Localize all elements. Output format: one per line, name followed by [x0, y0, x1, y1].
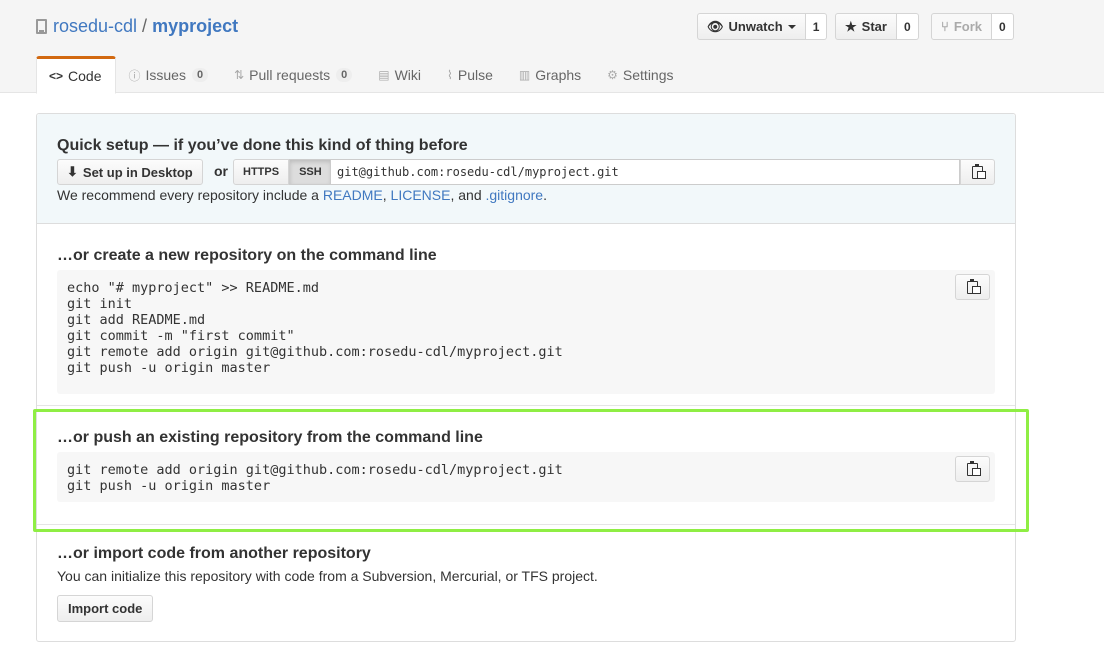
desktop-download-icon: ⬇: [67, 164, 78, 179]
clipboard-icon: [972, 163, 986, 179]
fork-count[interactable]: 0: [991, 13, 1014, 40]
import-description: You can initialize this repository with …: [57, 568, 598, 584]
fork-group: ⑂ Fork 0: [931, 13, 1014, 40]
tab-pulse-label: Pulse: [457, 67, 493, 83]
repo-header: rosedu-cdl / myproject 👁 Unwatch 1 ★ Sta…: [0, 0, 1104, 94]
tab-pull-requests-label: Pull requests: [249, 67, 331, 83]
star-count[interactable]: 0: [896, 13, 919, 40]
tab-settings-label: Settings: [622, 67, 674, 83]
graph-icon: ▥: [518, 68, 531, 82]
repo-title: rosedu-cdl / myproject: [36, 16, 238, 37]
tab-graphs-label: Graphs: [535, 67, 582, 83]
ssh-button[interactable]: SSH: [289, 159, 332, 185]
pull-requests-counter: 0: [336, 68, 353, 82]
repo-nav-tabs: <> Code ⓘ Issues 0 ⇅ Pull requests 0 ▤ W…: [36, 56, 688, 94]
setup-desktop-label: Set up in Desktop: [82, 164, 193, 180]
protocol-selector: HTTPS SSH: [233, 159, 332, 185]
fork-label: Fork: [953, 19, 982, 34]
unwatch-label: Unwatch: [728, 19, 783, 34]
setup-desktop-button[interactable]: ⬇ Set up in Desktop: [57, 159, 203, 185]
clipboard-icon: [967, 278, 981, 294]
issues-counter: 0: [191, 68, 209, 82]
recommend-comma: ,: [382, 187, 391, 203]
repo-separator: /: [142, 16, 148, 36]
clone-url-input[interactable]: git@github.com:rosedu-cdl/myproject.git: [330, 159, 960, 185]
book-icon: ▤: [378, 68, 390, 82]
tab-code-label: Code: [68, 68, 102, 84]
tab-graphs[interactable]: ▥ Graphs: [507, 56, 595, 94]
quick-setup-section: Quick setup — if you’ve done this kind o…: [37, 114, 1015, 224]
blankslate-box: Quick setup — if you’ve done this kind o…: [36, 113, 1016, 642]
recommend-and: , and: [450, 187, 486, 203]
repo-icon: [36, 19, 47, 34]
new-repo-section: …or create a new repository on the comma…: [37, 224, 1015, 406]
repo-name-link[interactable]: myproject: [152, 16, 238, 37]
new-repo-commands: echo "# myproject" >> README.md git init…: [57, 270, 995, 394]
code-icon: <>: [49, 69, 64, 83]
new-repo-title: …or create a new repository on the comma…: [57, 247, 437, 264]
gear-icon: ⚙: [607, 68, 618, 82]
highlight-box: [33, 409, 1029, 532]
readme-link[interactable]: README: [323, 187, 383, 203]
license-link[interactable]: LICENSE: [391, 187, 451, 203]
recommend-period: .: [543, 187, 547, 203]
tab-wiki[interactable]: ▤ Wiki: [366, 56, 435, 94]
copy-new-repo-button[interactable]: [955, 274, 990, 300]
star-button[interactable]: ★ Star: [835, 13, 897, 40]
chevron-down-icon: [787, 24, 796, 29]
star-group: ★ Star 0: [835, 13, 919, 40]
or-label: or: [214, 163, 228, 179]
pull-request-icon: ⇅: [234, 68, 245, 82]
issue-icon: ⓘ: [128, 68, 141, 83]
quick-setup-title: Quick setup — if you’ve done this kind o…: [57, 137, 468, 154]
https-button[interactable]: HTTPS: [233, 159, 290, 185]
tab-issues-label: Issues: [145, 67, 186, 83]
recommend-text: We recommend every repository include a …: [57, 187, 547, 203]
watch-count[interactable]: 1: [805, 13, 828, 40]
eye-icon: 👁: [707, 18, 724, 34]
recommend-prefix: We recommend every repository include a: [57, 187, 323, 203]
tab-wiki-label: Wiki: [394, 67, 421, 83]
unwatch-button[interactable]: 👁 Unwatch: [697, 13, 806, 40]
tab-pull-requests[interactable]: ⇅ Pull requests 0: [222, 56, 366, 94]
repo-owner-link[interactable]: rosedu-cdl: [53, 16, 137, 37]
tab-code[interactable]: <> Code: [36, 56, 117, 94]
import-code-button[interactable]: Import code: [57, 595, 154, 622]
star-label: Star: [861, 19, 887, 34]
star-icon: ★: [845, 18, 857, 34]
tab-issues[interactable]: ⓘ Issues 0: [116, 56, 222, 94]
pulse-icon: ⌇: [447, 68, 453, 82]
fork-button[interactable]: ⑂ Fork: [931, 13, 992, 40]
fork-icon: ⑂: [941, 19, 949, 34]
import-title: …or import code from another repository: [57, 545, 371, 562]
tab-settings[interactable]: ⚙ Settings: [595, 56, 687, 94]
tab-pulse[interactable]: ⌇ Pulse: [435, 56, 507, 94]
copy-url-button[interactable]: [960, 159, 995, 185]
watch-group: 👁 Unwatch 1: [697, 13, 828, 40]
gitignore-link[interactable]: .gitignore: [486, 187, 544, 203]
